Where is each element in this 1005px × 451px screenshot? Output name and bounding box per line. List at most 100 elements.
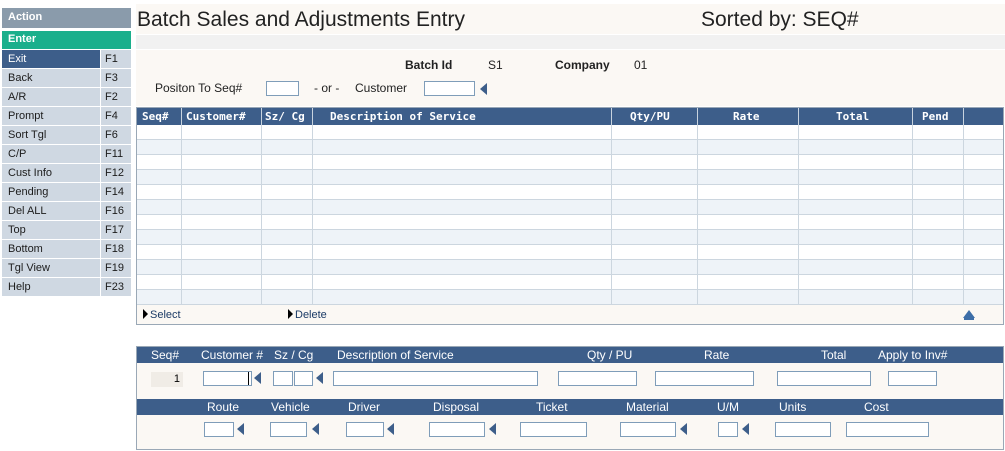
route-input[interactable] [204,422,234,437]
col-header-size-category[interactable]: Sz/ Cg [262,108,313,125]
entry-form: Seq# Customer # Sz / Cg Description of S… [136,346,1004,450]
size-input[interactable] [273,371,293,386]
apply-to-invoice-input[interactable] [888,371,937,386]
ar-button[interactable]: A/R F2 [2,88,131,106]
batch-id-value: S1 [488,58,503,72]
category-input[interactable] [294,371,313,386]
size-category-lookup-icon[interactable] [316,372,323,384]
help-button[interactable]: Help F23 [2,278,131,296]
batch-id-label: Batch Id [405,58,453,72]
back-button[interactable]: Back F3 [2,69,131,87]
pending-button[interactable]: Pending F14 [2,183,131,201]
entry-header-material: Material [626,400,669,414]
entry-header-size-category: Sz / Cg [274,348,314,362]
qty-input[interactable] [558,371,637,386]
menu-label: Help [8,281,31,293]
vehicle-input[interactable] [270,422,307,437]
menu-key: F1 [100,50,131,68]
driver-lookup-icon[interactable] [387,423,394,435]
col-header-description[interactable]: Description of Service [313,108,612,125]
or-label: - or - [314,81,340,95]
scroll-up-icon[interactable] [963,310,975,318]
menu-key: F19 [100,259,131,277]
bottom-button[interactable]: Bottom F18 [2,240,131,258]
sort-indicator: Sorted by: SEQ# [701,8,859,31]
entry-header-total: Total [821,348,847,362]
customer-lookup-icon[interactable] [254,372,261,384]
delete-all-button[interactable]: Del ALL F16 [2,202,131,220]
menu-key: F18 [100,240,131,258]
menu-key: F4 [100,107,131,125]
entry-header-qty: Qty / PU [587,348,633,362]
col-header-qty[interactable]: Qty/PU [612,108,698,125]
col-header-rate[interactable]: Rate [698,108,799,125]
menu-label: C/P [8,148,27,160]
menu-label: A/R [8,91,27,103]
menu-key: F17 [100,221,131,239]
rate-input[interactable] [655,371,754,386]
grid-column-divider [698,125,799,305]
customer-search-input[interactable] [424,81,475,96]
entry-header-driver: Driver [348,400,380,414]
header-divider [136,35,1005,49]
cost-input[interactable] [846,422,929,437]
material-input[interactable] [620,422,676,437]
vehicle-lookup-icon[interactable] [312,423,319,435]
entry-header-route: Route [207,400,240,414]
material-lookup-icon[interactable] [680,423,687,435]
position-seq-input[interactable] [266,81,299,96]
exit-button[interactable]: Exit F1 [2,50,131,68]
um-input[interactable] [718,422,738,437]
col-header-total[interactable]: Total [799,108,913,125]
batch-entries-grid: Seq# Customer# Sz/ Cg Description of Ser… [136,107,1004,325]
col-header-customer[interactable]: Customer# [182,108,262,125]
action-header: Action [2,8,131,28]
page-header: Batch Sales and Adjustments Entry Sorted… [136,4,1005,34]
menu-label: Prompt [8,110,44,122]
disposal-lookup-icon[interactable] [489,423,496,435]
customer-number-input[interactable] [203,371,252,386]
disposal-input[interactable] [429,422,485,437]
select-link[interactable]: Select [143,309,181,321]
entry-header-disposal: Disposal [433,400,480,414]
units-input[interactable] [775,422,831,437]
seq-value: 1 [151,372,183,387]
function-key-list: Exit F1 Back F3 A/R F2 Prompt F4 Sort Tgl F6 … [2,50,131,297]
entry-header-cost: Cost [864,400,889,414]
top-button[interactable]: Top F17 [2,221,131,239]
delete-link[interactable]: Delete [288,309,327,321]
enter-button[interactable]: Enter [2,31,131,49]
grid-column-divider [612,125,698,305]
grid-header-row: Seq# Customer# Sz/ Cg Description of Ser… [137,108,1003,125]
menu-key: F3 [100,69,131,87]
menu-label: Bottom [8,243,43,255]
sort-toggle-button[interactable]: Sort Tgl F6 [2,126,131,144]
prompt-button[interactable]: Prompt F4 [2,107,131,125]
delete-triangle-icon [288,309,293,319]
ticket-input[interactable] [520,422,587,437]
entry-header-rate: Rate [704,348,730,362]
customer-label: Customer [355,81,408,95]
grid-column-divider [137,125,182,305]
col-header-pending[interactable]: Pend [913,108,964,125]
driver-input[interactable] [346,422,384,437]
customer-prompt-icon[interactable] [480,83,487,95]
cp-button[interactable]: C/P F11 [2,145,131,163]
description-input[interactable] [333,371,538,386]
toggle-view-button[interactable]: Tgl View F19 [2,259,131,277]
text-cursor [248,372,249,385]
cust-info-button[interactable]: Cust Info F12 [2,164,131,182]
entry-header-seq: Seq# [151,348,180,362]
grid-column-divider [262,125,313,305]
menu-label: Exit [8,53,27,65]
menu-key: F11 [100,145,131,163]
total-input[interactable] [777,371,871,386]
menu-label: Cust Info [8,167,53,179]
entry-header-um: U/M [717,400,739,414]
entry-header-description: Description of Service [337,348,454,362]
col-header-seq[interactable]: Seq# [137,108,182,125]
menu-label: Back [8,72,33,84]
menu-label: Sort Tgl [8,129,47,141]
um-lookup-icon[interactable] [742,423,749,435]
route-lookup-icon[interactable] [237,423,244,435]
